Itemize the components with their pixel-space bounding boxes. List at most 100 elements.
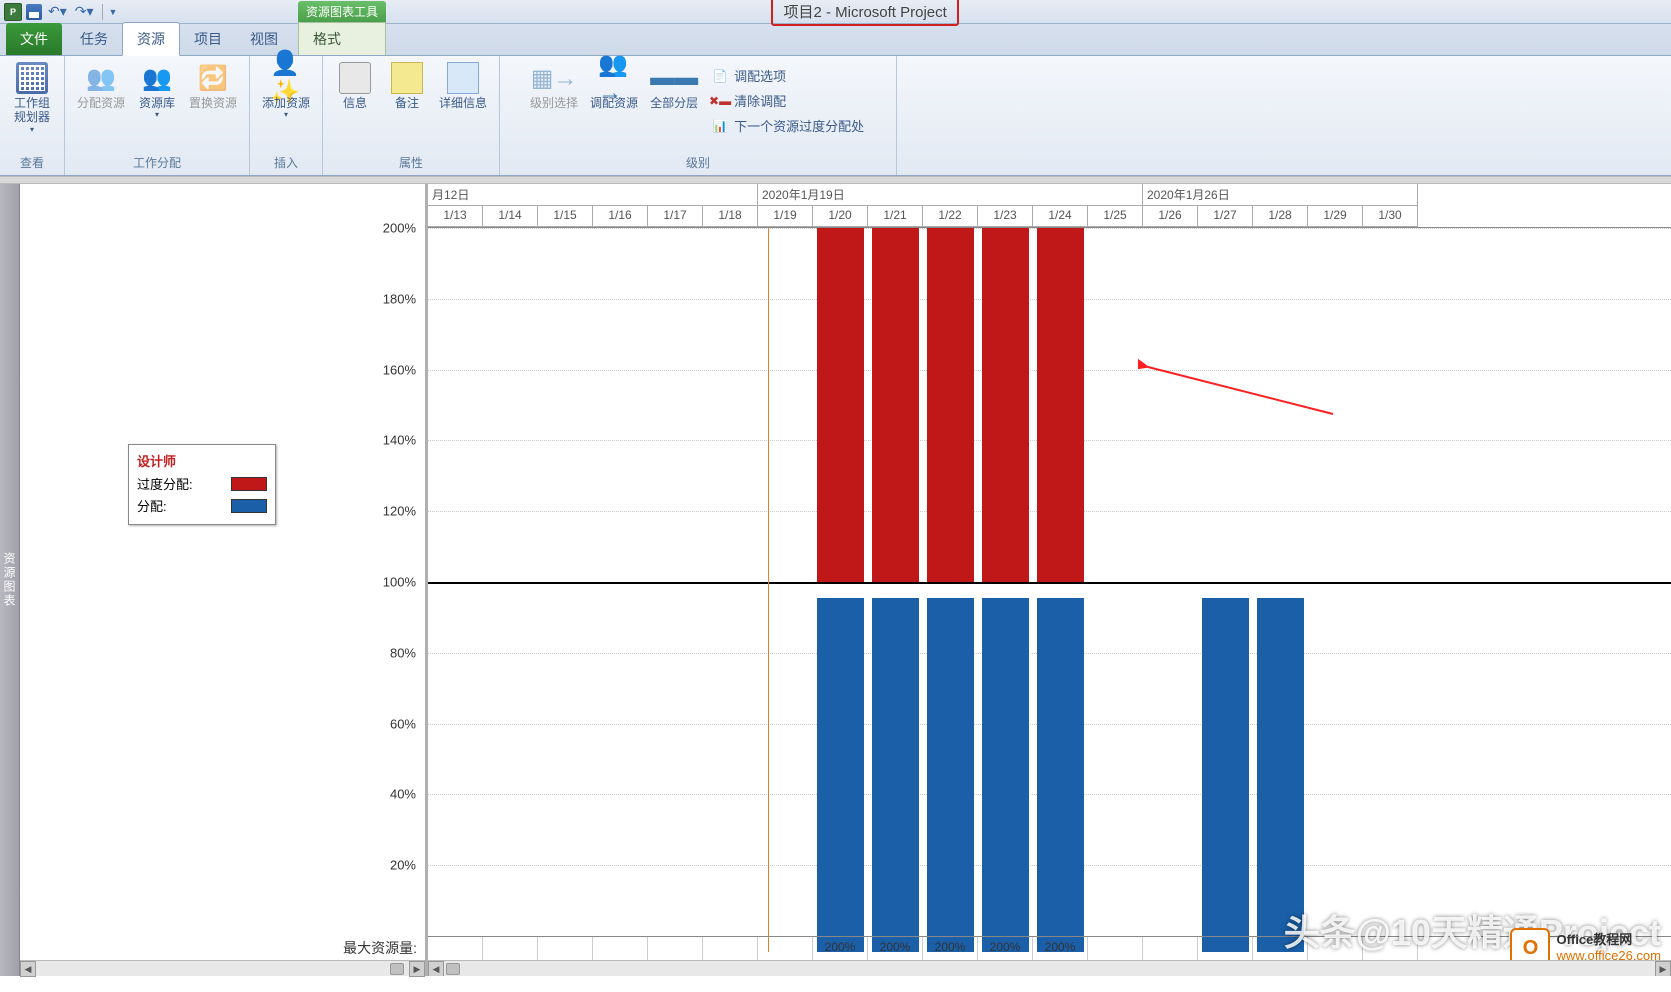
legend-alloc: 分配: bbox=[137, 496, 267, 515]
level-all-button[interactable]: ▬▬ 全部分层 bbox=[646, 60, 702, 112]
peak-cell: 200% bbox=[1033, 937, 1088, 960]
day-header: 1/28 bbox=[1253, 206, 1308, 227]
info-card-icon bbox=[339, 62, 371, 94]
day-header: 1/23 bbox=[978, 206, 1033, 227]
details-button[interactable]: 详细信息 bbox=[435, 60, 491, 112]
day-header: 1/19 bbox=[758, 206, 813, 227]
y-tick: 100% bbox=[383, 575, 416, 590]
peak-cell bbox=[1308, 937, 1363, 960]
timescale-days: 1/131/141/151/161/171/181/191/201/211/22… bbox=[428, 206, 1671, 227]
y-tick: 60% bbox=[390, 716, 416, 731]
day-header: 1/16 bbox=[593, 206, 648, 227]
scroll-left-icon[interactable]: ◀ bbox=[20, 961, 36, 977]
scroll-left-icon[interactable]: ◀ bbox=[428, 961, 444, 976]
allocation-bar bbox=[982, 598, 1029, 952]
clear-icon: ✖▬ bbox=[712, 93, 728, 109]
quick-access-toolbar: P ↶▾ ↷▾ ▼ 项目2 - Microsoft Project bbox=[0, 0, 1671, 24]
clear-leveling-button[interactable]: ✖▬ 清除调配 bbox=[706, 89, 870, 112]
person-add-icon: 👤✨ bbox=[270, 62, 302, 94]
peak-cell: 200% bbox=[813, 937, 868, 960]
day-header: 1/30 bbox=[1363, 206, 1418, 227]
level-resource-icon: 👥→ bbox=[598, 62, 630, 94]
ribbon-tabs: 文件 任务 资源 项目 视图 资源图表工具 格式 bbox=[0, 24, 1671, 56]
allocation-bar bbox=[872, 598, 919, 952]
leveling-options-button[interactable]: 📄 调配选项 bbox=[706, 64, 870, 87]
y-tick: 180% bbox=[383, 291, 416, 306]
peak-cell bbox=[483, 937, 538, 960]
ribbon-group-insert: 👤✨ 添加资源 插入 bbox=[250, 56, 323, 175]
peak-cell bbox=[1088, 937, 1143, 960]
peak-cell bbox=[1253, 937, 1308, 960]
scroll-thumb[interactable] bbox=[446, 963, 460, 975]
peak-cell bbox=[428, 937, 483, 960]
save-icon[interactable] bbox=[26, 4, 42, 20]
information-button[interactable]: 信息 bbox=[331, 60, 379, 112]
overallocation-bar bbox=[927, 228, 974, 582]
add-resources-button[interactable]: 👤✨ 添加资源 bbox=[258, 60, 314, 121]
y-tick: 160% bbox=[383, 362, 416, 377]
ribbon-group-assignments: 👥 分配资源 👥 资源库 🔁 置换资源 工作分配 bbox=[65, 56, 250, 175]
assign-resources-button[interactable]: 👥 分配资源 bbox=[73, 60, 129, 112]
right-pane: 月12日2020年1月19日2020年1月26日 1/131/141/151/1… bbox=[428, 184, 1671, 976]
main-area: 资源图表 设计师 过度分配: 分配: 最大资源量: ◀ ▶ 200%180%16… bbox=[0, 184, 1671, 976]
people-link-icon: 👥 bbox=[141, 62, 173, 94]
options-icon: 📄 bbox=[712, 68, 728, 84]
allocation-bar bbox=[817, 598, 864, 952]
app-icon: P bbox=[4, 3, 22, 21]
window-title: 项目2 - Microsoft Project bbox=[771, 0, 958, 26]
level-selection-button[interactable]: ▦→ 级别选择 bbox=[526, 60, 582, 112]
day-header: 1/15 bbox=[538, 206, 593, 227]
peak-cell bbox=[538, 937, 593, 960]
tab-file[interactable]: 文件 bbox=[6, 23, 62, 55]
tab-format[interactable]: 格式 bbox=[298, 22, 386, 55]
redo-icon[interactable]: ↷▾ bbox=[73, 3, 96, 20]
notes-button[interactable]: 备注 bbox=[383, 60, 431, 112]
peak-cell: 200% bbox=[868, 937, 923, 960]
y-axis-labels: 200%180%160%140%120%100%80%60%40%20% bbox=[372, 184, 422, 976]
peak-cell bbox=[1198, 937, 1253, 960]
day-header: 1/24 bbox=[1033, 206, 1088, 227]
level-all-icon: ▬▬ bbox=[658, 62, 690, 94]
peak-cell: 200% bbox=[978, 937, 1033, 960]
left-pane: 设计师 过度分配: 分配: 最大资源量: ◀ ▶ 200%180%160%140… bbox=[20, 184, 428, 976]
right-scrollbar[interactable]: ◀ ▶ bbox=[428, 960, 1671, 976]
y-tick: 120% bbox=[383, 504, 416, 519]
undo-icon[interactable]: ↶▾ bbox=[46, 3, 69, 20]
peak-cell bbox=[1143, 937, 1198, 960]
allocation-bar bbox=[1037, 598, 1084, 952]
tab-resource[interactable]: 资源 bbox=[122, 22, 180, 56]
level-resource-button[interactable]: 👥→ 调配资源 bbox=[586, 60, 642, 112]
legend-title: 设计师 bbox=[137, 451, 267, 470]
ribbon-group-properties: 信息 备注 详细信息 属性 bbox=[323, 56, 500, 175]
resource-pool-button[interactable]: 👥 资源库 bbox=[133, 60, 181, 121]
scroll-right-icon[interactable]: ▶ bbox=[1655, 961, 1671, 976]
team-planner-button[interactable]: 工作组 规划器 bbox=[8, 60, 56, 136]
tab-task[interactable]: 任务 bbox=[66, 23, 122, 55]
view-bar[interactable]: 资源图表 bbox=[0, 184, 20, 976]
next-overallocation-button[interactable]: 📊 下一个资源过度分配处 bbox=[706, 114, 870, 137]
resource-graph: 月12日2020年1月19日2020年1月26日 1/131/141/151/1… bbox=[428, 184, 1671, 976]
day-header: 1/17 bbox=[648, 206, 703, 227]
peak-cell bbox=[758, 937, 813, 960]
day-header: 1/29 bbox=[1308, 206, 1363, 227]
peak-cell bbox=[593, 937, 648, 960]
note-icon bbox=[391, 62, 423, 94]
overallocation-bar bbox=[982, 228, 1029, 582]
day-header: 1/26 bbox=[1143, 206, 1198, 227]
day-header: 1/18 bbox=[703, 206, 758, 227]
left-scrollbar[interactable]: ◀ ▶ bbox=[20, 960, 425, 976]
qat-dropdown-icon[interactable]: ▼ bbox=[109, 7, 118, 17]
contextual-tab-group: 资源图表工具 格式 bbox=[298, 1, 386, 55]
peak-units-row: 200%200%200%200%200% bbox=[428, 936, 1671, 960]
day-header: 1/25 bbox=[1088, 206, 1143, 227]
legend-over-swatch bbox=[231, 477, 267, 491]
day-header: 1/14 bbox=[483, 206, 538, 227]
level-selection-icon: ▦→ bbox=[538, 62, 570, 94]
tab-project[interactable]: 项目 bbox=[180, 23, 236, 55]
day-header: 1/22 bbox=[923, 206, 978, 227]
peak-cell bbox=[703, 937, 758, 960]
next-icon: 📊 bbox=[712, 118, 728, 134]
substitute-resources-button[interactable]: 🔁 置换资源 bbox=[185, 60, 241, 112]
week-header: 2020年1月26日 bbox=[1143, 184, 1418, 206]
pane-splitter[interactable] bbox=[0, 176, 1671, 184]
